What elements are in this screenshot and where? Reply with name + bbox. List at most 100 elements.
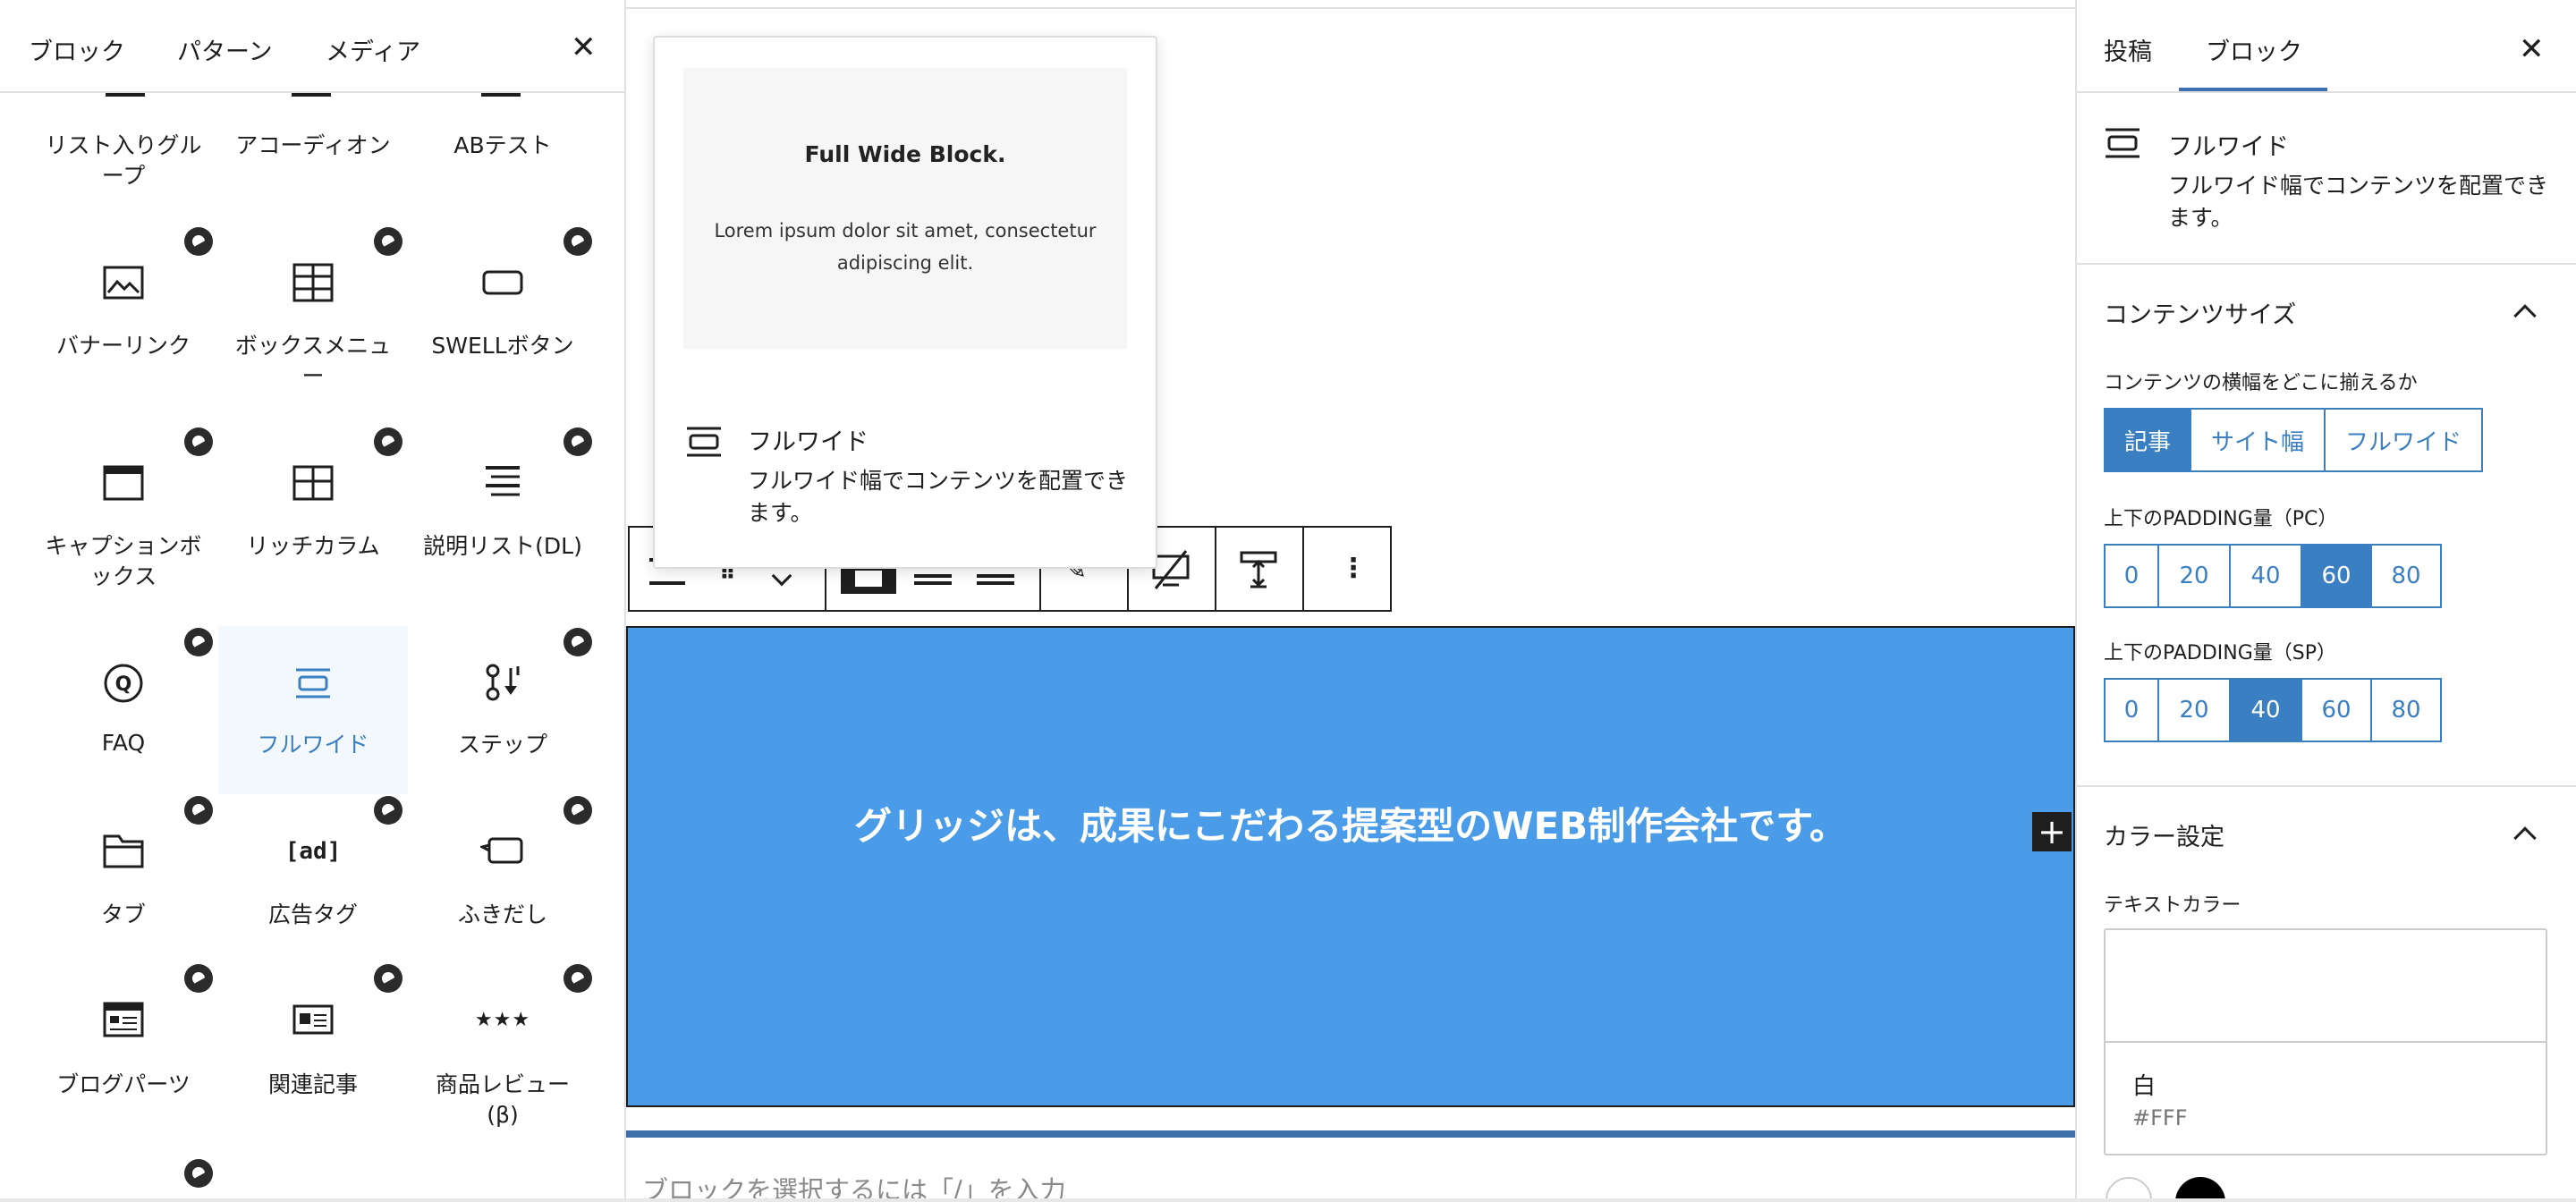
step-icon	[474, 658, 531, 708]
button-icon	[474, 258, 531, 308]
block-item-accordion[interactable]: アコーディオン	[218, 125, 408, 197]
panel-title-color[interactable]: カラー設定	[2104, 817, 2224, 852]
list-icon	[474, 458, 531, 508]
padding-pc-20[interactable]: 20	[2157, 544, 2231, 608]
tab-media[interactable]: メディア	[326, 32, 420, 67]
block-preview-area	[683, 68, 1127, 349]
block-item-label: タブ	[100, 902, 146, 927]
padding-pc-80[interactable]: 80	[2370, 544, 2442, 608]
block-item-full-wide[interactable]: フルワイド	[218, 655, 408, 789]
tab-post[interactable]: 投稿	[2104, 32, 2152, 67]
block-item-ad-tag[interactable]: [ad] 広告タグ	[218, 826, 408, 943]
tab-blocks[interactable]: ブロック	[29, 32, 125, 67]
block-item-tab[interactable]: タブ	[29, 826, 218, 943]
padding-sp-label: 上下のPADDING量（SP）	[2104, 642, 2337, 664]
content-size-site[interactable]: サイト幅	[2190, 408, 2326, 472]
padding-sp-80[interactable]: 80	[2370, 678, 2442, 742]
block-item-label: 関連記事	[267, 1071, 358, 1097]
content-size-article[interactable]: 記事	[2104, 408, 2191, 472]
more-options-icon[interactable]: ⋮	[1340, 553, 1367, 584]
partial-icon	[292, 93, 331, 97]
block-item-label: リスト入りグル ープ	[45, 132, 202, 189]
toolbar-divider	[1215, 528, 1216, 610]
panel-title-content-size[interactable]: コンテンツサイズ	[2104, 295, 2296, 330]
swell-badge-icon	[564, 964, 592, 993]
add-block-button[interactable]: +	[2032, 812, 2072, 851]
close-icon[interactable]: ✕	[571, 32, 597, 63]
block-item-caption-box[interactable]: キャプションボ ックス	[29, 454, 218, 597]
padding-pc-0[interactable]: 0	[2104, 544, 2159, 608]
block-item-label: SWELLボタン	[431, 333, 574, 359]
swell-badge-icon	[184, 964, 213, 993]
block-card-description: フルワイド幅でコンテンツを配置できます。	[2168, 173, 2549, 231]
review-stars-icon: ★★★	[474, 1008, 531, 1031]
block-item-rich-column[interactable]: リッチカラム	[218, 454, 408, 597]
caption-box-icon	[95, 458, 152, 508]
fullwide-block[interactable]	[626, 626, 2075, 1107]
block-item-label: 説明リスト(DL)	[423, 533, 582, 559]
block-item-banner-link[interactable]: バナーリンク	[29, 254, 218, 388]
grid-icon	[284, 258, 342, 308]
block-item-step[interactable]: ステップ	[408, 655, 597, 789]
related-posts-icon	[284, 995, 342, 1045]
block-item-description-list[interactable]: 説明リスト(DL)	[408, 454, 597, 597]
swell-badge-icon	[184, 427, 213, 456]
block-item-blog-parts[interactable]: ブログパーツ	[29, 995, 218, 1129]
block-item-label: ステップ	[457, 732, 547, 758]
padding-sp-40[interactable]: 40	[2229, 678, 2302, 742]
padding-pc-40[interactable]: 40	[2229, 544, 2302, 608]
editor-top-border	[626, 0, 2075, 9]
spacing-icon[interactable]	[1238, 549, 1279, 594]
block-item-label: 商品レビュー (β)	[435, 1071, 570, 1128]
close-icon[interactable]: ✕	[2519, 34, 2545, 64]
block-item-label: ふきだし	[457, 902, 547, 927]
color-hex: #FFF	[2132, 1105, 2188, 1130]
fullwide-heading[interactable]: グリッジは、成果にこだわる提案型のWEB制作会社です。	[626, 796, 2075, 851]
svg-text:Q: Q	[115, 673, 132, 696]
block-item-label: ブログパーツ	[56, 1071, 191, 1097]
block-item-related-posts[interactable]: 関連記事	[218, 995, 408, 1129]
block-type-icon	[649, 581, 685, 585]
swell-badge-icon	[564, 227, 592, 256]
block-inserter-panel: ブロック パターン メディア ✕ リスト入りグル ープ アコーディオン ABテス…	[0, 0, 626, 1202]
tab-patterns[interactable]: パターン	[177, 32, 273, 67]
padding-pc-60[interactable]: 60	[2301, 544, 2372, 608]
partial-icon	[106, 93, 145, 97]
preview-title: Full Wide Block.	[804, 141, 1006, 167]
block-separator	[626, 1130, 2075, 1138]
swell-badge-icon	[564, 796, 592, 825]
block-item-swell-button[interactable]: SWELLボタン	[408, 254, 597, 388]
blog-parts-icon	[95, 995, 152, 1045]
block-placeholder[interactable]: ブロックを選択するには「/」を入力	[642, 1170, 1066, 1202]
bottom-border	[0, 1198, 2576, 1202]
padding-sp-20[interactable]: 20	[2157, 678, 2231, 742]
preview-block-name: フルワイド	[748, 428, 869, 456]
padding-sp-0[interactable]: 0	[2104, 678, 2159, 742]
block-item-balloon[interactable]: ふきだし	[408, 826, 597, 943]
align-wide-icon[interactable]	[977, 574, 1014, 585]
tab-block[interactable]: ブロック	[2206, 32, 2302, 67]
partial-icon	[481, 93, 521, 97]
block-item-product-review[interactable]: ★★★ 商品レビュー (β)	[408, 995, 597, 1129]
block-item-ab-test[interactable]: ABテスト	[408, 125, 597, 197]
content-size-fullwide[interactable]: フルワイド	[2324, 408, 2483, 472]
block-item-list-group[interactable]: リスト入りグル ープ	[29, 125, 218, 197]
block-item-faq[interactable]: Q FAQ	[29, 655, 218, 789]
padding-sp-60[interactable]: 60	[2301, 678, 2372, 742]
block-item-label: バナーリンク	[55, 333, 191, 359]
block-item-label: 広告タグ	[267, 902, 358, 927]
align-center-icon[interactable]	[914, 574, 952, 585]
swell-badge-icon	[564, 427, 592, 456]
block-item-label: ABテスト	[453, 132, 552, 158]
block-item-box-menu[interactable]: ボックスメニュ ー	[218, 254, 408, 389]
fullwide-icon	[2102, 125, 2143, 165]
chevron-down-icon[interactable]	[771, 565, 792, 587]
block-card-title: フルワイド	[2168, 133, 2289, 161]
fullwide-icon	[284, 658, 342, 708]
color-name: 白	[2132, 1073, 2157, 1100]
tab-icon	[95, 826, 152, 876]
swell-badge-icon	[184, 227, 213, 256]
block-item-label: リッチカラム	[246, 533, 380, 559]
align-icon	[855, 571, 882, 587]
swell-badge-icon	[564, 628, 592, 656]
